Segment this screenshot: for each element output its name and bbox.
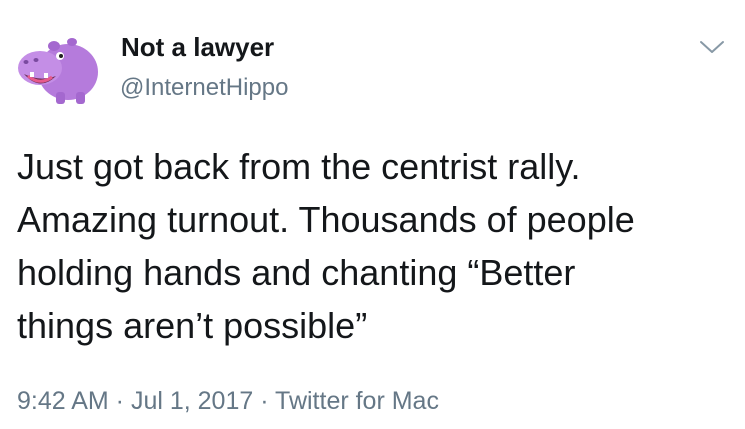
tweet-text: Just got back from the centrist rally. A… xyxy=(17,140,732,352)
tweet-date[interactable]: Jul 1, 2017 xyxy=(131,387,253,415)
username-handle[interactable]: @InternetHippo xyxy=(120,74,288,102)
meta-separator: · xyxy=(253,387,276,415)
display-name[interactable]: Not a lawyer xyxy=(121,32,274,63)
tweet-metadata: 9:42 AM · Jul 1, 2017 · Twitter for Mac xyxy=(17,387,439,416)
tweet-text-line: Amazing turnout. Thousands of people xyxy=(17,199,635,240)
avatar[interactable] xyxy=(10,26,104,106)
tweet-card: Not a lawyer @InternetHippo Just got bac… xyxy=(0,0,745,429)
tweet-menu-button[interactable] xyxy=(697,36,727,58)
tweet-text-line: Just got back from the centrist rally. xyxy=(17,146,581,187)
tweet-text-line: things aren’t possible” xyxy=(17,305,368,346)
tweet-time[interactable]: 9:42 AM xyxy=(17,387,109,415)
hippo-avatar-icon xyxy=(18,38,98,104)
chevron-down-icon xyxy=(700,41,724,53)
meta-separator: · xyxy=(108,387,131,415)
tweet-text-line: holding hands and chanting “Better xyxy=(17,252,576,293)
tweet-source[interactable]: Twitter for Mac xyxy=(275,387,439,415)
